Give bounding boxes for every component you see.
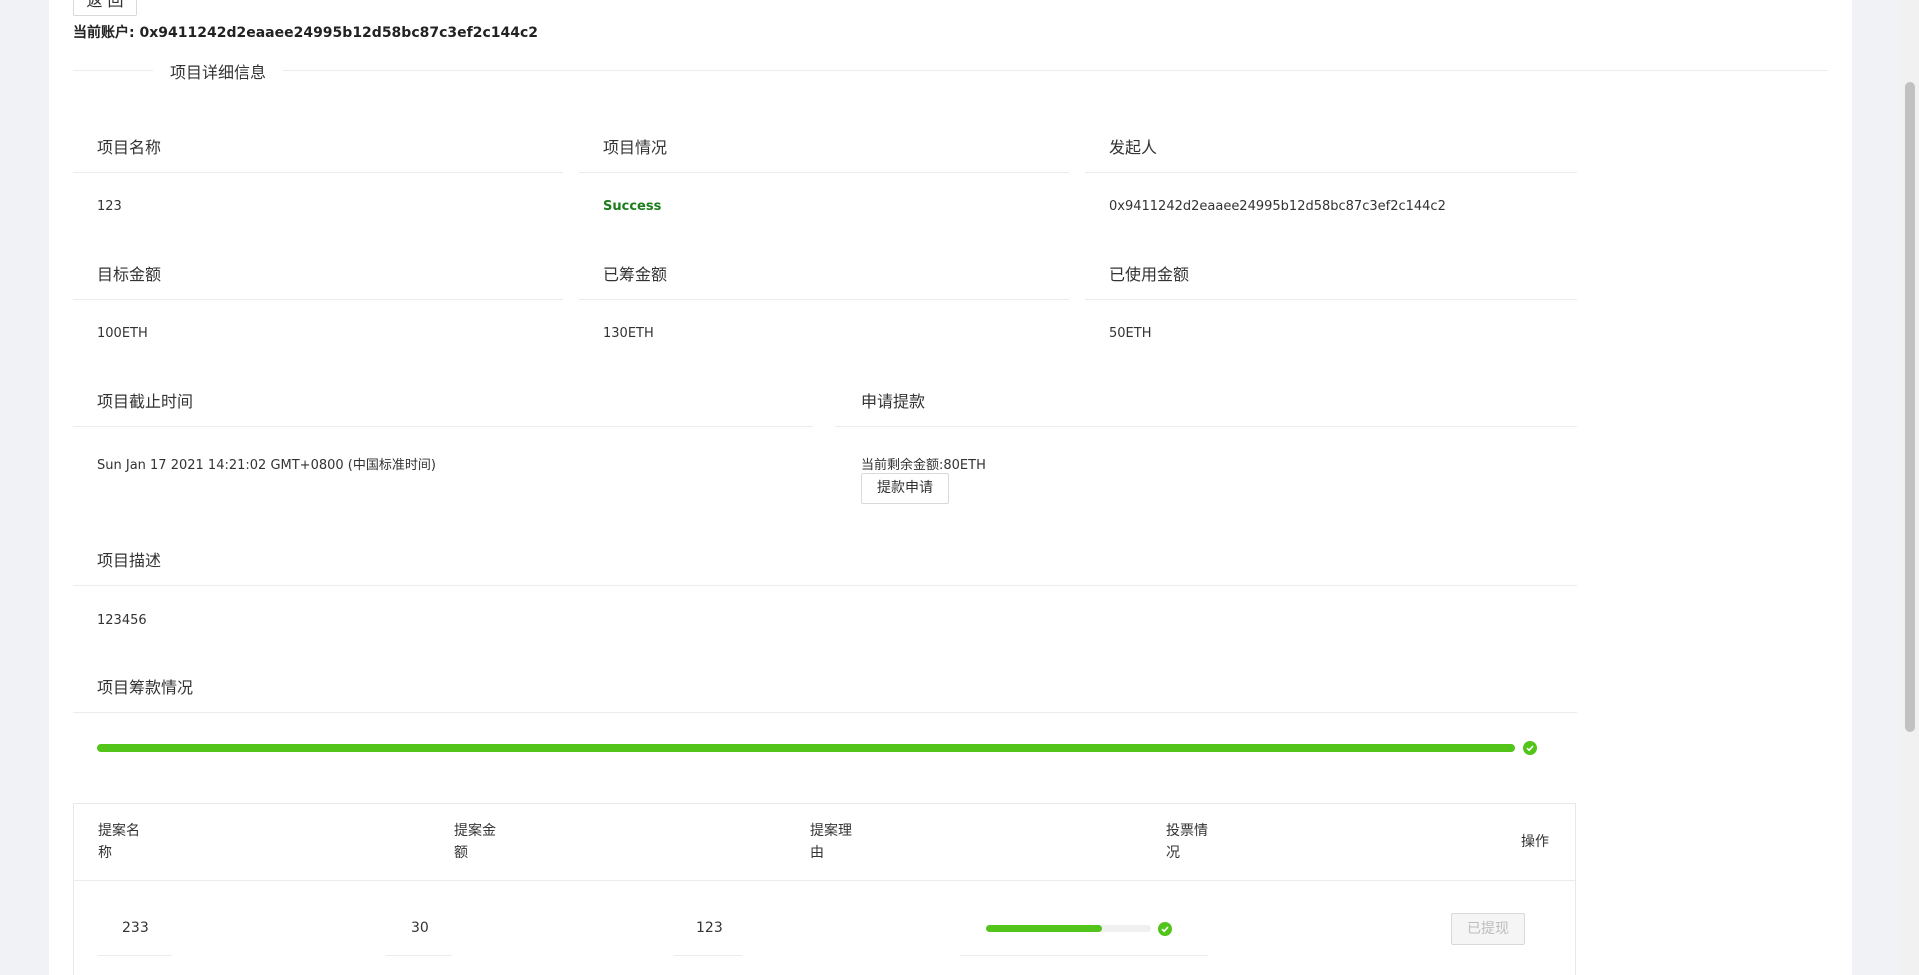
header-proposal-name: 提案名称 xyxy=(98,823,140,861)
project-name-label: 项目名称 xyxy=(97,138,162,157)
row-divider xyxy=(1085,172,1577,173)
proposal-name-cell: 233 xyxy=(122,920,149,936)
target-amount-value: 100ETH xyxy=(97,326,148,341)
row-divider xyxy=(73,172,563,173)
remaining-amount: 当前剩余金额:80ETH xyxy=(861,454,986,473)
description-value: 123456 xyxy=(97,613,147,628)
account-label: 当前账户: xyxy=(73,25,135,41)
cell-underline xyxy=(674,955,742,956)
vertical-scrollbar[interactable] xyxy=(1901,0,1919,975)
cell-underline xyxy=(386,955,452,956)
main-content: 返 回 当前账户: 0x9411242d2eaaee24995b12d58bc8… xyxy=(49,0,1852,975)
row-divider xyxy=(73,712,1577,713)
check-circle-icon xyxy=(1158,922,1172,936)
remaining-value: 80ETH xyxy=(943,458,986,473)
funding-progress-fill xyxy=(97,744,1515,752)
used-amount-value: 50ETH xyxy=(1109,326,1152,341)
divider-left xyxy=(73,70,153,71)
project-name-value: 123 xyxy=(97,199,122,214)
header-action: 操作 xyxy=(1521,834,1549,850)
vote-progress-bar xyxy=(986,925,1151,932)
row-divider xyxy=(73,585,1577,586)
row-divider xyxy=(579,172,1069,173)
scrollbar-thumb[interactable] xyxy=(1905,82,1915,732)
deadline-value: Sun Jan 17 2021 14:21:02 GMT+0800 (中国标准时… xyxy=(97,458,436,473)
target-amount-label: 目标金额 xyxy=(97,265,162,284)
used-amount-label: 已使用金额 xyxy=(1109,265,1190,284)
initiator-label: 发起人 xyxy=(1109,138,1158,157)
project-status-label: 项目情况 xyxy=(603,138,668,157)
withdraw-request-button[interactable]: 提款申请 xyxy=(861,473,949,504)
remaining-label: 当前剩余金额: xyxy=(861,458,944,473)
deadline-label: 项目截止时间 xyxy=(97,392,194,411)
funding-progress-bar xyxy=(97,744,1515,752)
cell-underline xyxy=(960,955,1208,956)
withdraw-label: 申请提款 xyxy=(861,392,926,411)
back-button[interactable]: 返 回 xyxy=(73,0,137,16)
initiator-value: 0x9411242d2eaaee24995b12d58bc87c3ef2c144… xyxy=(1109,199,1446,214)
proposal-reason-cell: 123 xyxy=(696,920,723,936)
cell-underline xyxy=(98,955,172,956)
current-account: 当前账户: 0x9411242d2eaaee24995b12d58bc87c3e… xyxy=(73,22,538,42)
header-proposal-reason: 提案理由 xyxy=(810,823,852,861)
funding-label: 项目筹款情况 xyxy=(97,678,194,697)
raised-amount-value: 130ETH xyxy=(603,326,654,341)
account-address: 0x9411242d2eaaee24995b12d58bc87c3ef2c144… xyxy=(139,25,539,41)
row-divider xyxy=(73,299,563,300)
project-status-value: Success xyxy=(603,199,662,214)
row-divider xyxy=(579,299,1069,300)
proposal-table: 提案名称 提案金额 提案理由 投票情况 操作 233 30 123 已提现 xyxy=(73,803,1576,975)
section-title: 项目详细信息 xyxy=(170,63,267,82)
withdrawn-button[interactable]: 已提现 xyxy=(1451,913,1525,945)
divider-right xyxy=(283,70,1828,71)
header-divider xyxy=(74,880,1575,881)
raised-amount-label: 已筹金额 xyxy=(603,265,668,284)
header-vote-status: 投票情况 xyxy=(1166,823,1208,861)
proposal-amount-cell: 30 xyxy=(411,920,429,936)
check-circle-icon xyxy=(1523,741,1537,755)
header-proposal-amount: 提案金额 xyxy=(454,823,496,861)
row-divider xyxy=(835,426,1577,427)
vote-progress-fill xyxy=(986,925,1102,932)
row-divider xyxy=(1085,299,1577,300)
description-label: 项目描述 xyxy=(97,551,162,570)
row-divider xyxy=(73,426,813,427)
